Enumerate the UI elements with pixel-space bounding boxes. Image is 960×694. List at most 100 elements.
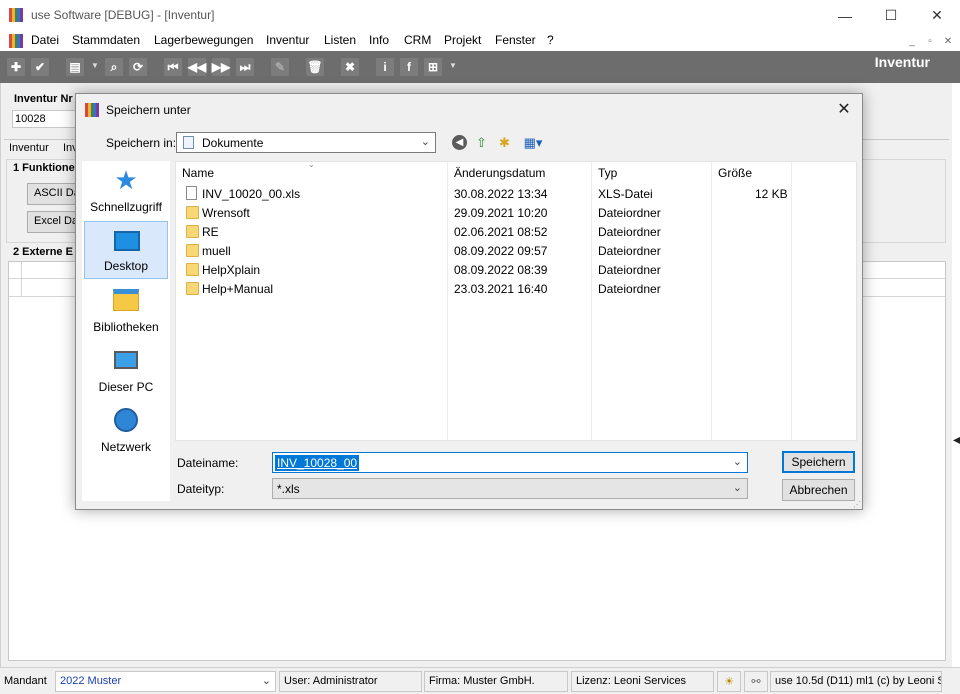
check-icon[interactable]: ✔ xyxy=(31,58,49,76)
module-title: Inventur xyxy=(874,54,930,70)
filename-label: Dateiname: xyxy=(177,456,239,470)
place-netzwerk[interactable]: Netzwerk xyxy=(84,401,168,459)
menu-projekt[interactable]: Projekt xyxy=(444,33,481,47)
section-functions-title: 1 Funktione xyxy=(13,162,75,174)
up-folder-icon[interactable]: ⇧ xyxy=(473,134,490,151)
file-row[interactable]: muell 08.09.2022 09:57 Dateiordner xyxy=(176,241,858,260)
place-label: Desktop xyxy=(103,259,149,273)
close-icon[interactable]: ✖ xyxy=(341,58,359,76)
pen-icon[interactable]: ✎ xyxy=(271,58,289,76)
place-label: Dieser PC xyxy=(98,380,154,394)
file-name: INV_10020_00.xls xyxy=(202,187,301,201)
file-name: Help+Manual xyxy=(202,282,274,296)
app-icon xyxy=(9,8,23,22)
places-bar: ★ Schnellzugriff Desktop Bibliotheken Di… xyxy=(82,161,170,501)
library-icon xyxy=(112,286,140,314)
next-icon[interactable]: ▶▶ xyxy=(212,58,230,76)
mandant-label: Mandant xyxy=(4,675,47,687)
plus-icon[interactable]: ✚ xyxy=(7,58,25,76)
folder-icon xyxy=(186,282,199,295)
file-date: 29.09.2021 10:20 xyxy=(454,206,548,220)
menu-listen[interactable]: Listen xyxy=(324,33,356,47)
last-icon[interactable]: ⏭ xyxy=(236,58,254,76)
desktop-icon xyxy=(113,227,141,255)
view-menu-icon[interactable]: ▦▾ xyxy=(521,134,545,151)
facebook-icon[interactable]: f xyxy=(400,58,418,76)
link-icon[interactable]: ⚯ xyxy=(744,671,768,692)
sun-icon[interactable]: ☀ xyxy=(717,671,741,692)
trash-icon[interactable]: 🗑 xyxy=(306,58,324,76)
folder-icon xyxy=(186,225,199,238)
filename-input[interactable]: INV_10028_00 ⌄ xyxy=(272,452,748,473)
mdi-close-button[interactable]: ✕ xyxy=(941,34,955,48)
place-schnellzugriff[interactable]: ★ Schnellzugriff xyxy=(84,161,168,219)
first-icon[interactable]: ⏮ xyxy=(164,58,182,76)
mdi-minimize-button[interactable]: _ xyxy=(905,34,919,48)
grid-dropdown-icon[interactable]: ▼ xyxy=(449,61,457,70)
place-dieser-pc[interactable]: Dieser PC xyxy=(84,341,168,399)
menu-bar: Datei Stammdaten Lagerbewegungen Inventu… xyxy=(0,31,960,51)
grid-icon[interactable]: ⊞ xyxy=(424,58,442,76)
menu-help[interactable]: ? xyxy=(547,33,554,47)
file-row[interactable]: Wrensoft 29.09.2021 10:20 Dateiordner xyxy=(176,203,858,222)
print-icon[interactable]: ▤ xyxy=(66,58,84,76)
document-icon xyxy=(186,186,197,200)
file-type: Dateiordner xyxy=(598,225,661,239)
star-icon: ★ xyxy=(114,164,138,195)
chevron-down-icon[interactable]: ⌄ xyxy=(733,455,742,468)
place-label: Netzwerk xyxy=(100,440,151,454)
save-button[interactable]: Speichern xyxy=(782,451,855,473)
status-user: User: Administrator xyxy=(279,671,422,692)
minimize-button[interactable]: — xyxy=(822,0,868,31)
refresh-icon[interactable]: ⟳ xyxy=(129,58,147,76)
lookin-dropdown[interactable]: Dokumente ⌄ xyxy=(176,132,436,153)
file-row[interactable]: RE 02.06.2021 08:52 Dateiordner xyxy=(176,222,858,241)
maximize-button[interactable]: ☐ xyxy=(868,0,914,31)
file-name: Wrensoft xyxy=(202,206,250,220)
info-icon[interactable]: i xyxy=(376,58,394,76)
place-desktop[interactable]: Desktop xyxy=(84,221,168,279)
file-list[interactable]: ⌄ Name Änderungsdatum Typ Größe INV_1002… xyxy=(175,160,858,442)
chevron-down-icon: ⌄ xyxy=(420,136,430,148)
mandant-value: 2022 Muster xyxy=(60,675,122,687)
search-icon[interactable]: ⌕ xyxy=(105,58,123,76)
inventur-number-field[interactable]: 10028 xyxy=(12,110,82,128)
splitter-arrow-icon[interactable]: ◀ xyxy=(953,435,960,446)
menu-stammdaten[interactable]: Stammdaten xyxy=(72,33,140,47)
column-date[interactable]: Änderungsdatum xyxy=(454,166,545,180)
cancel-button[interactable]: Abbrechen xyxy=(782,479,855,501)
filetype-dropdown[interactable]: *.xls ⌄ xyxy=(272,478,748,499)
mdi-restore-button[interactable]: ▫ xyxy=(923,34,937,48)
resize-grip-icon[interactable]: ⋰ xyxy=(853,500,861,509)
dialog-close-button[interactable]: ✕ xyxy=(832,98,856,120)
file-size: 12 KB xyxy=(755,187,788,201)
file-type: Dateiordner xyxy=(598,263,661,277)
tab-inventur[interactable]: Inventur xyxy=(9,142,49,154)
file-row[interactable]: HelpXplain 08.09.2022 08:39 Dateiordner xyxy=(176,260,858,279)
dialog-title: Speichern unter xyxy=(106,103,191,117)
mdi-app-icon[interactable] xyxy=(9,34,23,48)
place-bibliotheken[interactable]: Bibliotheken xyxy=(84,281,168,339)
mandant-select[interactable]: 2022 Muster ⌄ xyxy=(55,671,276,692)
file-row[interactable]: Help+Manual 23.03.2021 16:40 Dateiordner xyxy=(176,279,858,298)
close-button[interactable]: ✕ xyxy=(914,0,960,31)
menu-crm[interactable]: CRM xyxy=(404,33,431,47)
column-name[interactable]: Name xyxy=(182,166,214,180)
prev-icon[interactable]: ◀◀ xyxy=(188,58,206,76)
network-icon xyxy=(112,406,140,434)
column-size[interactable]: Größe xyxy=(718,166,752,180)
menu-fenster[interactable]: Fenster xyxy=(495,33,536,47)
column-type[interactable]: Typ xyxy=(598,166,617,180)
menu-datei[interactable]: Datei xyxy=(31,33,59,47)
sort-indicator-icon: ⌄ xyxy=(308,160,315,169)
back-icon[interactable]: ◀ xyxy=(451,134,468,151)
chevron-down-icon: ⌄ xyxy=(261,675,271,687)
file-type: Dateiordner xyxy=(598,244,661,258)
menu-inventur[interactable]: Inventur xyxy=(266,33,309,47)
print-dropdown-icon[interactable]: ▼ xyxy=(91,61,99,70)
menu-info[interactable]: Info xyxy=(369,33,389,47)
file-row[interactable]: INV_10020_00.xls 30.08.2022 13:34 XLS-Da… xyxy=(176,184,858,203)
new-folder-icon[interactable]: ✱ xyxy=(496,134,513,151)
menu-lagerbewegungen[interactable]: Lagerbewegungen xyxy=(154,33,253,47)
status-bar: Mandant 2022 Muster ⌄ User: Administrato… xyxy=(0,667,960,694)
